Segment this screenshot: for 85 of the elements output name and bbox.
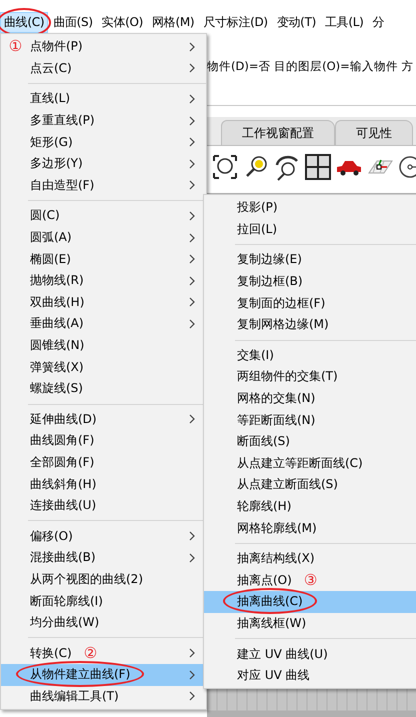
chevron-icon xyxy=(188,42,196,52)
menu-item[interactable]: 圆弧(A) xyxy=(1,226,206,248)
menu-item[interactable]: 连接曲线(U) xyxy=(1,494,206,516)
menu-item[interactable]: 从点建立断面线(S) xyxy=(204,474,416,496)
menu-item[interactable]: 抛物线(R) xyxy=(1,270,206,292)
chevron-icon xyxy=(188,137,196,148)
menu-item[interactable]: 多边形(Y) xyxy=(1,152,206,175)
menu-item[interactable]: 弹簧线(X) xyxy=(1,356,206,378)
menu-item[interactable]: 直线(L) xyxy=(1,88,206,110)
chevron-icon xyxy=(188,210,196,221)
menu-item[interactable]: 多重直线(P) xyxy=(1,110,206,132)
menu-item[interactable]: 全部圆角(F) xyxy=(1,452,206,474)
chevron-icon xyxy=(188,531,196,542)
menu-item[interactable]: 从物件建立曲线(F) xyxy=(1,664,206,686)
menu-item[interactable]: 点云(C) xyxy=(1,58,206,80)
menu-item[interactable]: 网格的交集(N) xyxy=(204,388,416,410)
menu-item[interactable]: 拉回(L) xyxy=(204,218,416,240)
menu-item[interactable]: 复制面的边框(F) xyxy=(204,292,416,314)
chevron-icon xyxy=(188,94,196,104)
menu-item[interactable]: 双曲线(H) xyxy=(1,292,206,314)
menu-item[interactable]: 网格轮廓线(M) xyxy=(204,517,416,539)
menu-item[interactable]: 复制边缘(E) xyxy=(204,249,416,271)
menu-bar-item[interactable]: 工具(L) xyxy=(320,12,368,33)
menu-item[interactable]: 转换(C) ② xyxy=(1,642,206,664)
menu-item[interactable]: 椭圆(E) xyxy=(1,248,206,270)
menu-item[interactable]: 垂曲线(A) xyxy=(1,313,206,335)
chevron-icon xyxy=(188,180,196,190)
menu-item[interactable]: 两组物件的交集(T) xyxy=(204,366,416,388)
menu-item[interactable]: 复制边框(B) xyxy=(204,270,416,292)
menu-item[interactable]: 从两个视图的曲线(2) xyxy=(1,568,206,590)
four-viewports-icon[interactable] xyxy=(304,153,332,181)
menu-item[interactable]: 抽离曲线(C) xyxy=(204,591,416,613)
chevron-icon xyxy=(188,232,196,243)
menu-item[interactable]: 对应 UV 曲线 xyxy=(204,664,416,686)
chevron-icon xyxy=(188,670,196,680)
menu-item[interactable]: ① 点物件(P) xyxy=(1,36,206,58)
menu-bar-item[interactable]: 实体(O) xyxy=(98,12,148,33)
zoom-extents-icon[interactable] xyxy=(211,153,239,181)
step-number: ② xyxy=(84,646,98,661)
menu-item[interactable]: 曲线编辑工具(T) xyxy=(1,686,206,708)
chevron-icon xyxy=(188,648,196,658)
menu-item[interactable]: 抽离点(O) ③ xyxy=(204,570,416,592)
menu-item[interactable]: 建立 UV 曲线(U) xyxy=(204,643,416,665)
command-prompt: 物件(D)=否 目的图层(O)=输入物件 方 xyxy=(207,59,414,75)
menu-item[interactable]: 矩形(G) xyxy=(1,131,206,153)
menu-item[interactable]: 圆(C) xyxy=(1,205,206,227)
menu-item[interactable]: 等距断面线(N) xyxy=(204,409,416,431)
menu-item[interactable]: 轮廓线(H) xyxy=(204,496,416,518)
menu-item[interactable]: 复制网格边缘(M) xyxy=(204,314,416,336)
menu-item[interactable]: 螺旋线(S) xyxy=(1,378,206,400)
menu-item[interactable]: 均分曲线(W) xyxy=(1,612,206,634)
chevron-icon xyxy=(188,691,196,702)
rotate-view-icon[interactable] xyxy=(273,153,301,181)
menu-bar-item[interactable]: 变动(T) xyxy=(272,12,320,33)
chevron-icon xyxy=(188,276,196,286)
menu-bar-item[interactable]: 曲面(S) xyxy=(49,12,97,33)
step-number: ③ xyxy=(304,572,318,588)
menu-item[interactable]: 曲线圆角(F) xyxy=(1,430,206,452)
chevron-icon xyxy=(188,158,196,169)
menu-item[interactable]: 抽离结构线(X) xyxy=(204,548,416,570)
menu-item[interactable]: 延伸曲线(D) xyxy=(1,408,206,430)
chevron-icon xyxy=(188,116,196,126)
chevron-icon xyxy=(188,414,196,424)
chevron-icon xyxy=(188,254,196,264)
menu-bar-item[interactable]: 尺寸标注(D) xyxy=(199,12,272,33)
menu-item[interactable]: 曲线斜角(H) xyxy=(1,473,206,495)
chevron-icon xyxy=(188,297,196,308)
menu-item[interactable]: 从点建立等距断面线(C) xyxy=(204,452,416,474)
menu-bar-item[interactable]: 网格(M) xyxy=(148,12,198,33)
menu-item[interactable]: 交集(I) xyxy=(204,344,416,366)
tab[interactable]: 可见性 xyxy=(335,120,413,145)
step-number: ① xyxy=(8,39,22,54)
menu-item[interactable]: 混接曲线(B) xyxy=(1,547,206,569)
chevron-icon xyxy=(188,63,196,74)
menu-item[interactable]: 抽离线框(W) xyxy=(204,612,416,634)
menu-item[interactable]: 断面轮廓线(I) xyxy=(1,590,206,612)
chevron-icon xyxy=(188,318,196,329)
menu-item[interactable]: 自由造型(F) xyxy=(1,174,206,196)
menu-item[interactable]: 投影(P) xyxy=(204,197,416,219)
chevron-icon xyxy=(188,552,196,563)
menu-item[interactable]: 断面线(S) xyxy=(204,430,416,453)
menu-bar-item[interactable]: 分 xyxy=(368,12,388,33)
menu-item[interactable]: 偏移(O) xyxy=(1,525,206,548)
menu-item[interactable]: 圆锥线(N) xyxy=(1,334,206,356)
tab[interactable]: 工作视窗配置 xyxy=(221,120,335,145)
